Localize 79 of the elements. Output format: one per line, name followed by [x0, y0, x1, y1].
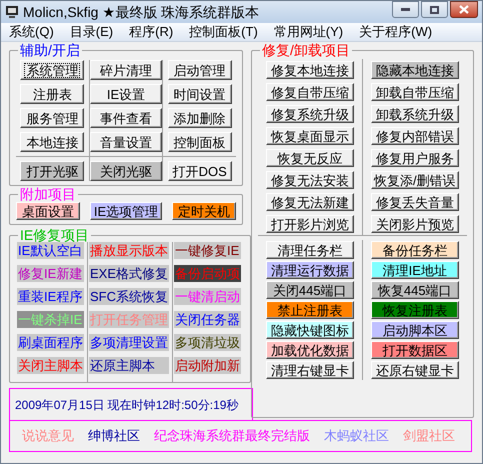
- repair-option[interactable]: 关闭任务器: [174, 311, 242, 328]
- push-button[interactable]: 卸载系统升级: [370, 105, 459, 123]
- repair-option[interactable]: SFC系统恢复: [89, 288, 170, 305]
- group-title: 修复/卸载项目: [261, 43, 351, 57]
- push-button[interactable]: 备份任务栏: [370, 241, 459, 259]
- push-button[interactable]: 卸载自带压缩: [370, 83, 459, 101]
- menu-item[interactable]: 系统(Q): [9, 22, 54, 42]
- push-button[interactable]: 启动脚本区: [370, 321, 459, 339]
- push-button[interactable]: 隐藏快键图标: [266, 321, 354, 339]
- push-button[interactable]: IE设置: [90, 84, 162, 104]
- push-button[interactable]: 恢复注册表: [370, 301, 459, 319]
- push-button[interactable]: 时间设置: [168, 84, 232, 104]
- push-button[interactable]: 服务管理: [20, 108, 84, 128]
- repair-option[interactable]: IE默认空白: [17, 242, 84, 259]
- window-title: Molicn,Skfig ★最终版 珠海系统群版本: [23, 2, 260, 22]
- push-button[interactable]: 修复本地连接: [266, 61, 354, 79]
- push-button[interactable]: 碎片清理: [90, 60, 162, 80]
- menu-item[interactable]: 常用网址(Y): [274, 22, 344, 42]
- push-button[interactable]: 打开影片浏览: [266, 215, 354, 233]
- push-button[interactable]: 本地连接: [20, 132, 84, 152]
- push-button[interactable]: 打开数据区: [370, 341, 459, 359]
- push-button[interactable]: 修复自带压缩: [266, 83, 354, 101]
- close-button[interactable]: [450, 1, 478, 18]
- push-button[interactable]: 定时关机: [172, 202, 236, 220]
- repair-option[interactable]: 多项清垃圾: [174, 334, 242, 351]
- minimize-icon: [401, 8, 410, 11]
- push-button[interactable]: 恢复445端口: [370, 281, 459, 299]
- minimize-button[interactable]: [392, 1, 419, 18]
- push-button[interactable]: 关闭445端口: [266, 281, 354, 299]
- menu-item[interactable]: 关于程序(W): [359, 22, 432, 42]
- push-button[interactable]: 修复无法新建: [266, 193, 354, 211]
- push-button[interactable]: 清理运行数据: [266, 261, 354, 279]
- push-button[interactable]: 恢复无反应: [266, 149, 354, 167]
- push-button[interactable]: 清理IE地址: [370, 261, 459, 279]
- menu-item[interactable]: 程序(R): [129, 22, 174, 42]
- push-button[interactable]: 还原右键显卡: [370, 361, 459, 379]
- push-button[interactable]: 修复用户服务: [370, 149, 459, 167]
- app-icon: [5, 5, 19, 19]
- repair-option[interactable]: 还原主脚本: [89, 357, 170, 374]
- push-button[interactable]: 音量设置: [90, 132, 162, 152]
- push-button[interactable]: 系统管理: [20, 60, 84, 80]
- maximize-icon: [430, 6, 439, 14]
- clock-text: 2009年07月15日 现在时钟12时:50分:19秒: [15, 396, 238, 414]
- repair-option[interactable]: 重装IE程序: [17, 288, 84, 305]
- push-button[interactable]: 恢复桌面显示: [266, 127, 354, 145]
- repair-option[interactable]: EXE格式修复: [89, 265, 170, 282]
- push-button[interactable]: 打开DOS: [168, 161, 232, 181]
- push-button[interactable]: 修复无法安装: [266, 171, 354, 189]
- push-button[interactable]: 修复丢失音量: [370, 193, 459, 211]
- group-title: 辅助/开启: [19, 43, 81, 57]
- push-button[interactable]: 打开光驱: [20, 161, 84, 181]
- group-title: IE修复项目: [19, 228, 90, 242]
- repair-option[interactable]: 多项清理设置: [89, 334, 170, 351]
- group-title: 附加项目: [19, 187, 77, 201]
- push-button[interactable]: 注册表: [20, 84, 84, 104]
- push-button[interactable]: 控制面板: [168, 132, 232, 152]
- push-button[interactable]: 加载优化数据: [266, 341, 354, 359]
- push-button[interactable]: 清理右键显卡: [266, 361, 354, 379]
- push-button[interactable]: 禁止注册表: [266, 301, 354, 319]
- push-button[interactable]: 修复系统升级: [266, 105, 354, 123]
- push-button[interactable]: 修复内部错误: [370, 127, 459, 145]
- repair-option[interactable]: 一键修复IE: [174, 242, 242, 259]
- push-button[interactable]: 关闭影片预览: [370, 215, 459, 233]
- push-button[interactable]: 桌面设置: [16, 202, 80, 220]
- push-button[interactable]: 隐藏本地连接: [370, 61, 459, 79]
- repair-option[interactable]: 刷桌面程序: [17, 334, 84, 351]
- menu-item[interactable]: 目录(E): [70, 22, 114, 42]
- repair-option[interactable]: 启动附加新: [174, 357, 242, 374]
- push-button[interactable]: 事件查看: [90, 108, 162, 128]
- push-button[interactable]: 添加删除: [168, 108, 232, 128]
- community-link[interactable]: 绅博社区: [88, 426, 140, 446]
- push-button[interactable]: 清理任务栏: [266, 241, 354, 259]
- push-button[interactable]: 恢复添/删错误: [370, 171, 459, 189]
- menu-item[interactable]: 控制面板(T): [189, 22, 258, 42]
- maximize-button[interactable]: [421, 1, 448, 18]
- push-button[interactable]: 启动管理: [168, 60, 232, 80]
- push-button[interactable]: IE选项管理: [90, 202, 162, 220]
- close-icon: [459, 5, 469, 14]
- push-button[interactable]: 关闭光驱: [90, 161, 162, 181]
